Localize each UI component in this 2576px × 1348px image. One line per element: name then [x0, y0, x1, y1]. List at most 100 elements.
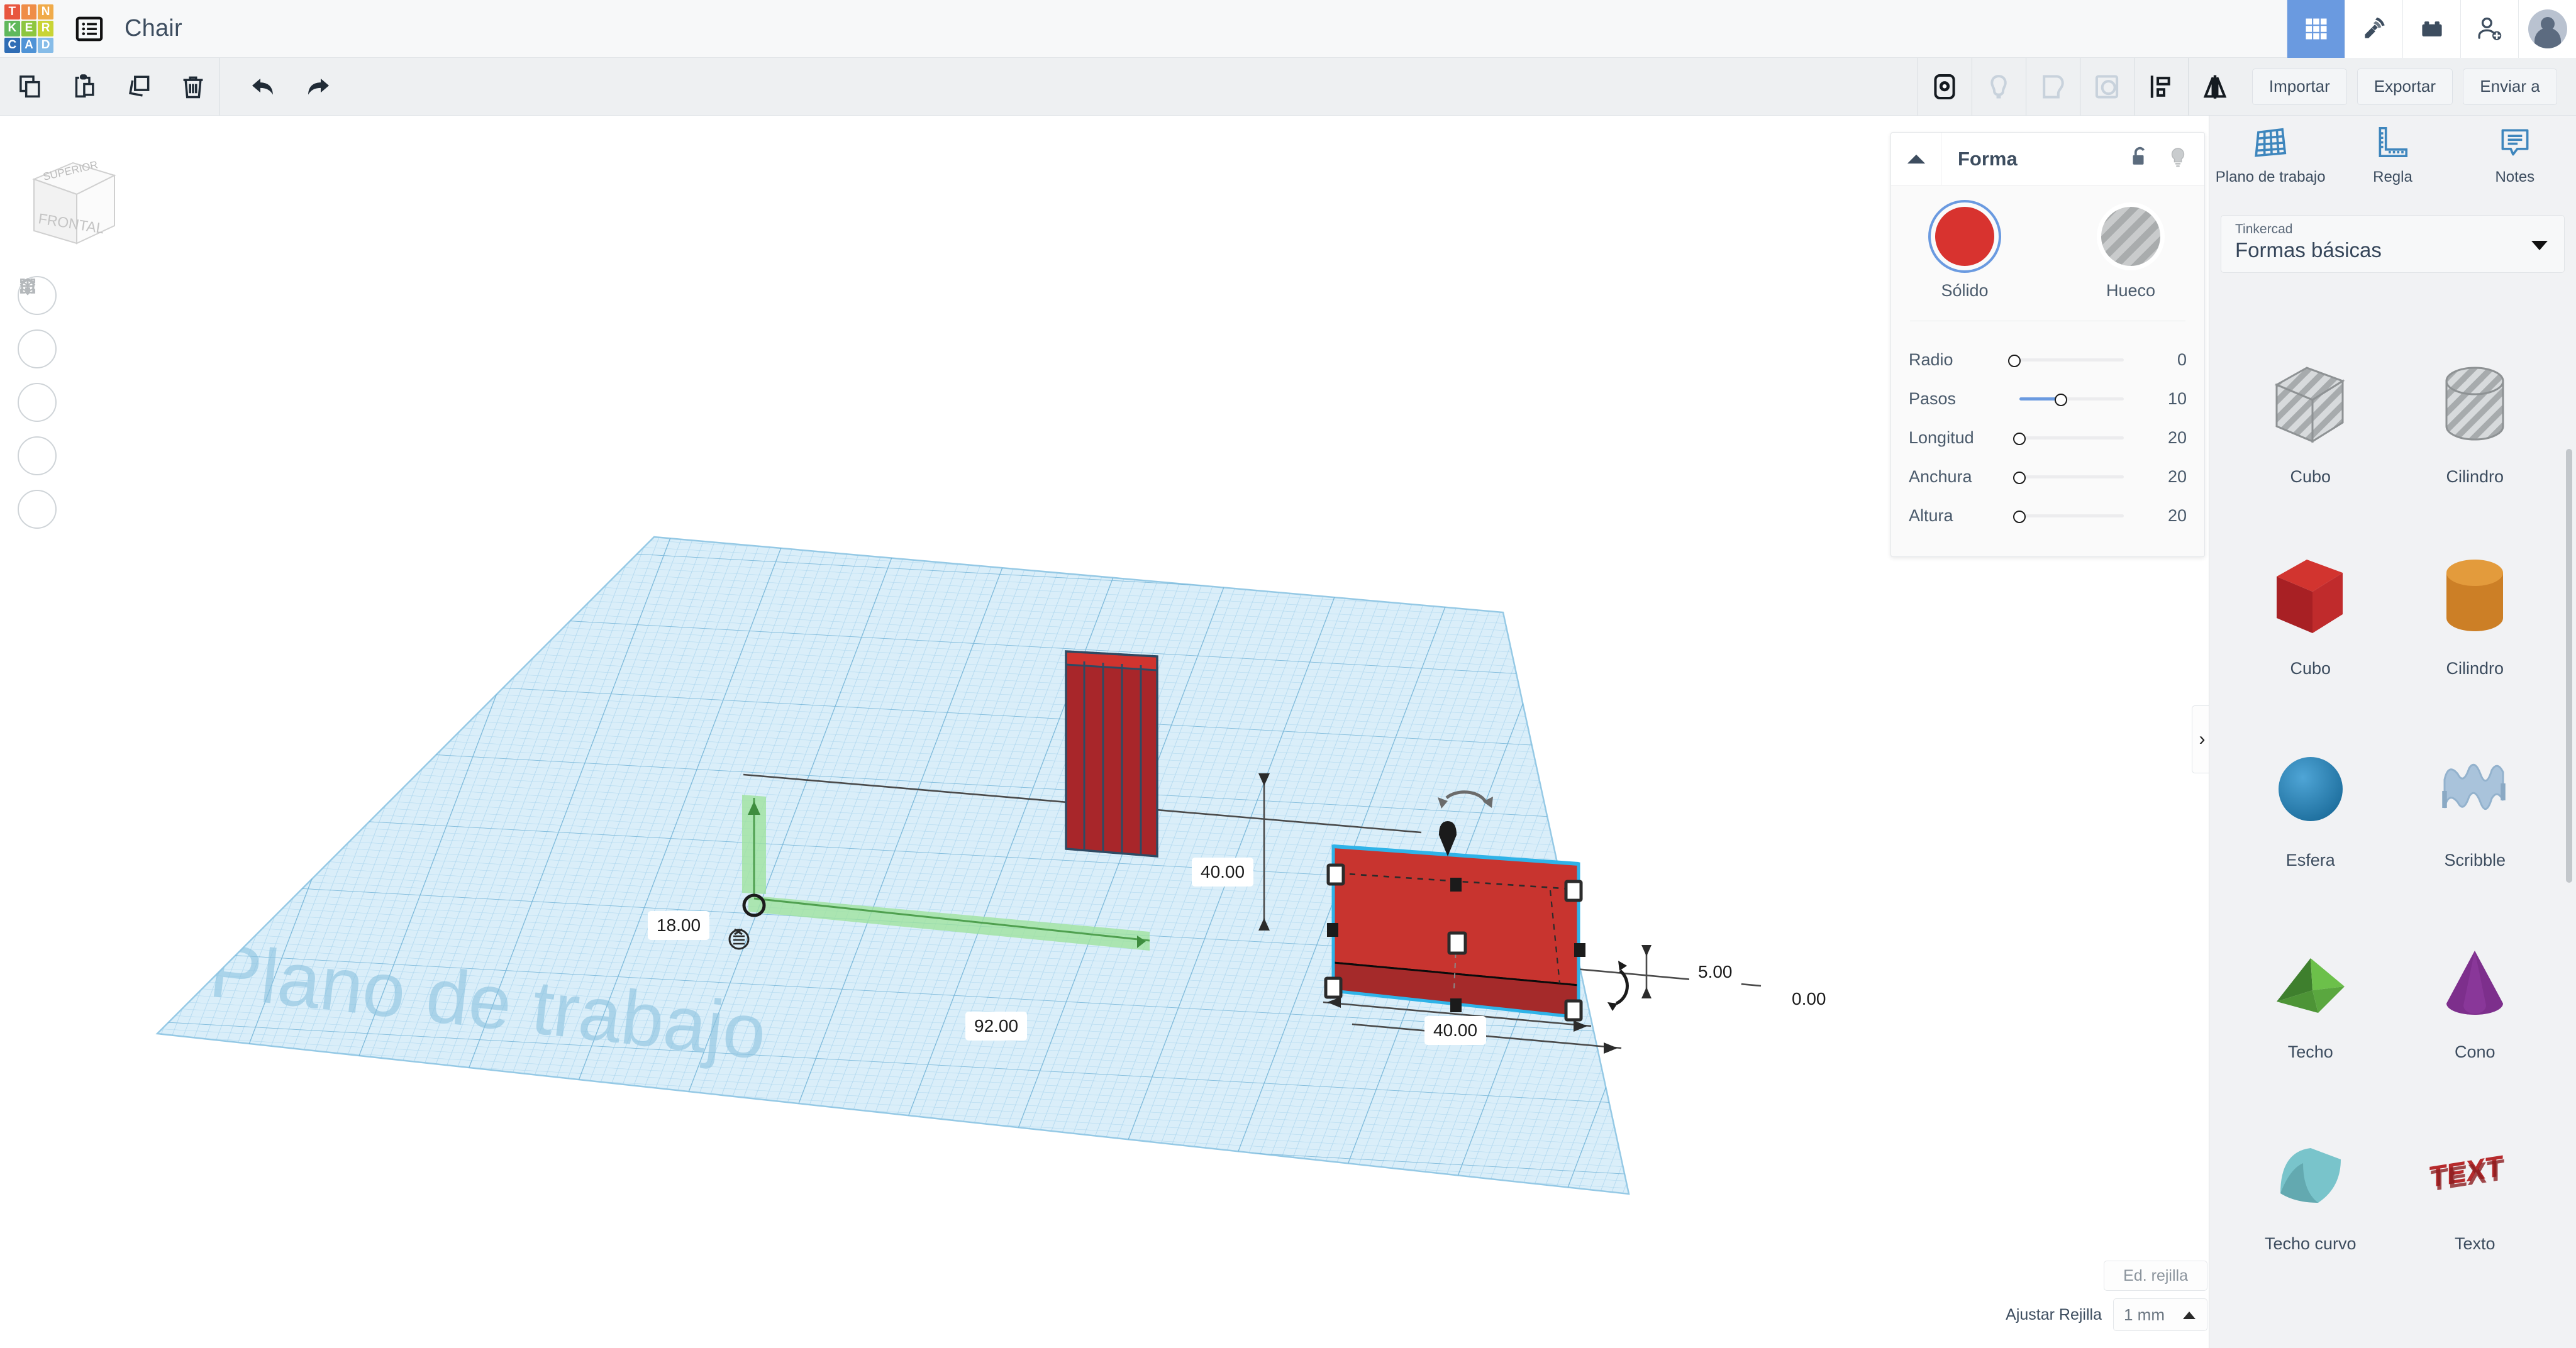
delete-icon[interactable]	[166, 57, 220, 116]
fit-view-icon[interactable]	[18, 279, 57, 368]
sidebar-scrollbar[interactable]	[2566, 449, 2572, 883]
dim-workplane-18[interactable]: 18.00	[648, 911, 710, 940]
logo-tile-8: D	[38, 37, 53, 53]
longitud-slider[interactable]: Longitud 20	[1891, 418, 2204, 457]
invite-person-icon[interactable]	[2460, 0, 2518, 58]
dim-elevation-0[interactable]: 0.00	[1783, 985, 1835, 1014]
radio-slider-track[interactable]	[2008, 351, 2135, 368]
shape-esfera[interactable]: Esfera	[2228, 719, 2393, 911]
radio-slider[interactable]: Radio 0	[1891, 340, 2204, 379]
workplane-tool[interactable]: Plano de trabajo	[2209, 123, 2331, 202]
shape-cilindro[interactable]: Cilindro	[2393, 528, 2558, 719]
top-bar: T I N K E R C A D Chair	[0, 0, 2576, 58]
undo-icon[interactable]	[236, 58, 291, 116]
import-button[interactable]: Importar	[2251, 68, 2347, 105]
sidebar-tools: Plano de trabajo Regla Notes	[2209, 116, 2576, 202]
shape-cono[interactable]: Cono	[2393, 911, 2558, 1103]
shape-texto[interactable]: TEXT TEXT Texto	[2393, 1103, 2558, 1295]
longitud-slider-value: 20	[2167, 428, 2187, 447]
edit-grid-button[interactable]: Ed. rejilla	[2104, 1261, 2207, 1291]
ungroup-icon[interactable]	[1971, 57, 2026, 116]
logo-tile-3: K	[4, 21, 20, 36]
altura-slider-track[interactable]	[2008, 507, 2135, 524]
anchura-slider[interactable]: Anchura 20	[1891, 457, 2204, 496]
view-cube[interactable]: SUPERIOR FRONTAL	[19, 150, 119, 251]
shape-library-select[interactable]: Tinkercad Formas básicas	[2221, 215, 2565, 273]
longitud-slider-track[interactable]	[2008, 429, 2135, 446]
tinkercad-logo[interactable]: T I N K E R C A D	[0, 0, 58, 58]
logo-tile-4: E	[21, 21, 37, 36]
paste-icon[interactable]	[58, 58, 112, 116]
text-icon: TEXT TEXT	[2428, 1114, 2522, 1230]
shape-label: Cono	[2454, 1042, 2496, 1061]
copy-icon[interactable]	[4, 58, 58, 116]
solid-swatch-label: Sólido	[1941, 281, 1989, 300]
dim-height-40[interactable]: 40.00	[1192, 858, 1254, 887]
radio-slider-knob[interactable]	[2008, 355, 2021, 367]
merge-icon[interactable]	[2079, 57, 2134, 116]
ruler-tool[interactable]: Regla	[2331, 123, 2453, 202]
longitud-slider-knob[interactable]	[2013, 433, 2026, 445]
hollow-swatch-label: Hueco	[2106, 281, 2156, 300]
snap-grid-value: 1 mm	[2124, 1305, 2165, 1324]
shape-label: Texto	[2454, 1234, 2496, 1253]
dim-depth-5[interactable]: 5.00	[1689, 958, 1741, 986]
chevron-up-icon[interactable]	[1891, 132, 1941, 185]
align-icon[interactable]	[2133, 57, 2188, 116]
dim-workplane-92[interactable]: 92.00	[965, 1012, 1028, 1041]
longitud-slider-label: Longitud	[1909, 428, 1974, 447]
zoom-out-icon[interactable]	[18, 285, 57, 475]
shape-scribble[interactable]: Scribble	[2393, 719, 2558, 911]
shape-cilindro-hole[interactable]: Cilindro	[2393, 336, 2558, 528]
cylinder-icon	[2428, 539, 2522, 655]
cone-icon	[2428, 922, 2522, 1039]
cylinder-hole-icon	[2428, 347, 2522, 463]
anchura-slider-knob[interactable]	[2013, 472, 2026, 484]
notes-tool[interactable]: Notes	[2454, 123, 2576, 202]
cube-icon	[2263, 539, 2358, 655]
scribble-icon	[2428, 731, 2522, 847]
list-menu-icon[interactable]	[70, 10, 108, 48]
slider-track-bg	[2019, 358, 2124, 362]
radio-slider-value: 0	[2177, 350, 2187, 369]
unlock-icon[interactable]	[2129, 145, 2150, 172]
design-canvas[interactable]: Plano de trabajo SUPERIOR FRONTAL 40.00 …	[0, 116, 2209, 1348]
duplicate-icon[interactable]	[112, 58, 166, 116]
object-red-column[interactable]	[1065, 650, 1158, 858]
snap-grid-select[interactable]: 1 mm	[2113, 1298, 2207, 1331]
hollow-swatch[interactable]: Hueco	[2084, 207, 2178, 301]
solid-swatch-circle	[1935, 207, 1994, 266]
shape-techo-curvo[interactable]: Techo curvo	[2228, 1103, 2393, 1295]
grid-apps-icon[interactable]	[2287, 0, 2345, 58]
chevron-down-icon[interactable]	[2531, 241, 2548, 250]
redo-icon[interactable]	[291, 58, 345, 116]
shape-cubo[interactable]: Cubo	[2228, 528, 2393, 719]
export-button[interactable]: Exportar	[2357, 68, 2453, 105]
notes-tool-label: Notes	[2495, 168, 2535, 185]
mirror-icon[interactable]	[2187, 57, 2242, 116]
group-icon[interactable]	[1917, 57, 1972, 116]
radio-slider-label: Radio	[1909, 350, 1953, 369]
zoom-in-icon[interactable]	[18, 279, 57, 422]
solid-swatch[interactable]: Sólido	[1918, 207, 2012, 301]
lightbulb-icon[interactable]	[2168, 145, 2188, 172]
altura-slider-knob[interactable]	[2013, 511, 2026, 523]
brick-icon[interactable]	[2402, 0, 2460, 58]
chevron-up-icon[interactable]	[2183, 1312, 2196, 1319]
orthographic-view-icon[interactable]	[18, 278, 57, 529]
pasos-slider[interactable]: Pasos 10	[1891, 379, 2204, 418]
pasos-slider-track[interactable]	[2008, 390, 2135, 407]
pasos-slider-knob[interactable]	[2055, 394, 2067, 406]
view-nav-controls	[18, 276, 57, 529]
page-title[interactable]: Chair	[125, 15, 182, 42]
hole-icon[interactable]	[2025, 57, 2080, 116]
send-to-button[interactable]: Enviar a	[2463, 68, 2557, 105]
dim-width-40[interactable]: 40.00	[1424, 1016, 1487, 1045]
pickaxe-icon[interactable]	[2345, 0, 2402, 58]
avatar[interactable]	[2518, 0, 2576, 58]
shape-cubo-hole[interactable]: Cubo	[2228, 336, 2393, 528]
anchura-slider-track[interactable]	[2008, 468, 2135, 485]
workplane-scene[interactable]: Plano de trabajo	[0, 116, 2209, 1348]
altura-slider[interactable]: Altura 20	[1891, 496, 2204, 535]
shape-techo[interactable]: Techo	[2228, 911, 2393, 1103]
